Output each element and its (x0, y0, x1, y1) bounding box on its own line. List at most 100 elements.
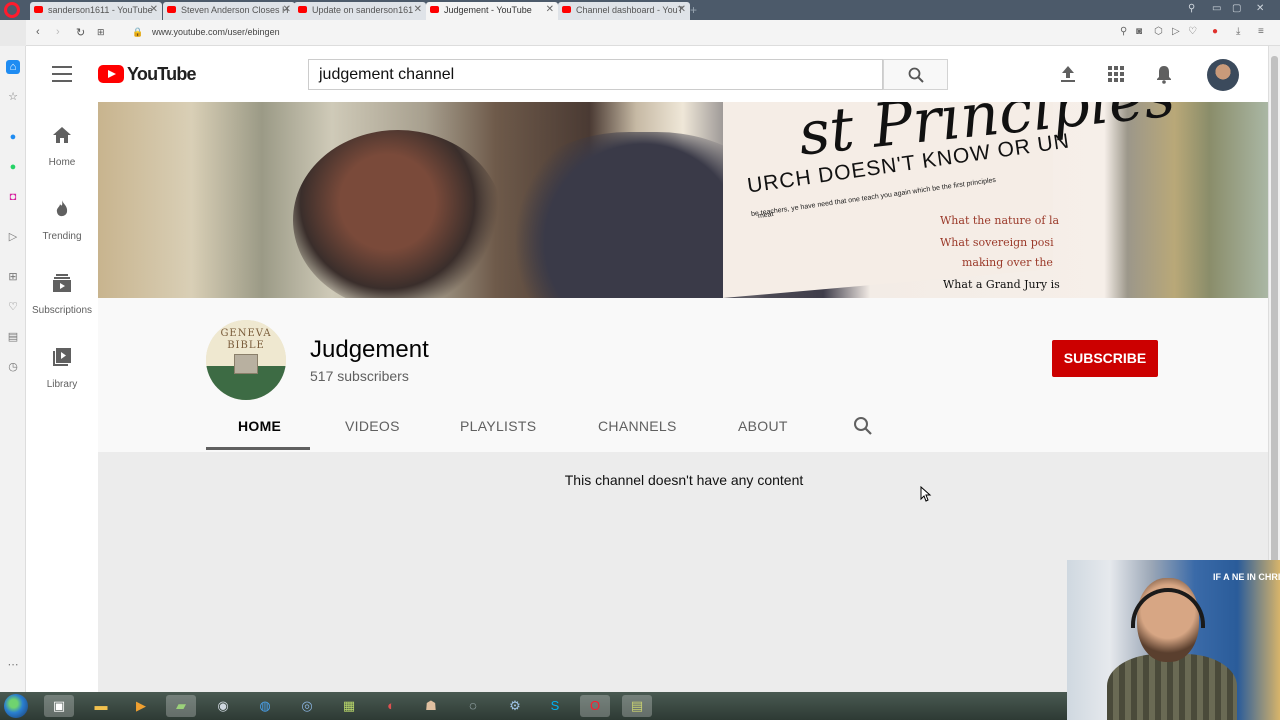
url-field[interactable]: www.youtube.com/user/ebingen (152, 27, 280, 37)
extension-icon[interactable]: ⬡ (1154, 26, 1163, 37)
browser-tab-strip: sanderson1611 - YouTube ✕ Steven Anderso… (0, 0, 1280, 20)
home-icon (53, 127, 71, 143)
forward-icon[interactable]: › (56, 26, 60, 38)
close-tab-icon[interactable]: ✕ (546, 2, 554, 18)
search-button[interactable] (883, 59, 948, 90)
browser-app-icon[interactable]: ◍ (250, 695, 280, 717)
tab-about[interactable]: ABOUT (738, 418, 788, 434)
close-tab-icon[interactable]: ✕ (150, 2, 158, 18)
browser-tab[interactable]: Channel dashboard - YouT ✕ (558, 2, 690, 20)
user-avatar[interactable] (1207, 59, 1239, 91)
taskbar-app-icon[interactable]: ⚙ (500, 695, 530, 717)
youtube-favicon-icon (430, 6, 439, 13)
youtube-play-icon (98, 65, 124, 83)
mouse-cursor-icon (920, 486, 932, 502)
banner-red-text: What sovereign posi (940, 236, 1054, 249)
news-icon[interactable]: ▤ (6, 330, 20, 344)
favorites-icon[interactable]: ♡ (6, 300, 20, 314)
upload-icon[interactable] (1058, 64, 1078, 84)
maximize-icon[interactable]: ▢ (1232, 3, 1241, 14)
guide-item-subscriptions[interactable]: Subscriptions (26, 272, 98, 318)
banner-red-text: What the nature of la (940, 214, 1060, 227)
browser-tab[interactable]: sanderson1611 - YouTube ✕ (30, 2, 162, 20)
banner-figure (293, 130, 503, 298)
taskbar-app-icon[interactable]: ◌ (458, 695, 488, 717)
hamburger-menu-icon[interactable] (52, 66, 72, 82)
youtube-header: YouTube judgement channel (26, 46, 1268, 102)
minimize-icon[interactable]: ▭ (1212, 3, 1221, 14)
taskbar-app-icon[interactable]: ▣ (44, 695, 74, 717)
opera-logo-icon[interactable] (4, 2, 20, 18)
more-icon[interactable]: ⋯ (6, 658, 20, 672)
close-tab-icon[interactable]: ✕ (678, 2, 686, 18)
start-button[interactable] (4, 694, 28, 718)
download-icon[interactable]: ⤓ (1236, 26, 1240, 37)
guide-item-trending[interactable]: Trending (26, 198, 98, 244)
instagram-icon[interactable]: ◘ (6, 190, 20, 204)
browser-tab-title: Judgement - YouTube (444, 5, 532, 15)
youtube-mini-guide: Home Trending Subscriptions Library (26, 102, 98, 692)
browser-tab[interactable]: Steven Anderson Closes H ✕ (163, 2, 295, 20)
new-tab-icon[interactable]: + (690, 3, 697, 17)
channel-header: GENEVA BIBLE Judgement 517 subscribers S… (98, 298, 1268, 452)
youtube-favicon-icon (34, 6, 43, 13)
heart-icon[interactable]: ♡ (1188, 26, 1197, 37)
tab-videos[interactable]: VIDEOS (345, 418, 400, 434)
browser-tab-title: sanderson1611 - YouTube (48, 5, 153, 15)
taskbar-app-icon[interactable]: ▦ (334, 695, 364, 717)
taskbar-app-icon[interactable]: ▤ (622, 695, 652, 717)
zoom-icon[interactable]: ⚲ (1120, 26, 1127, 37)
search-tabs-icon[interactable]: ⚲ (1188, 3, 1195, 14)
messenger-icon[interactable]: ● (6, 130, 20, 144)
bookmarks-icon[interactable]: ☆ (6, 90, 20, 104)
send-icon[interactable]: ▷ (1172, 26, 1180, 37)
taskbar-app-icon[interactable]: ▰ (166, 695, 196, 717)
subscriptions-icon (53, 274, 71, 292)
file-explorer-icon[interactable]: ▬ (86, 695, 116, 717)
library-icon (53, 348, 71, 366)
whatsapp-icon[interactable]: ● (6, 160, 20, 174)
tab-channels[interactable]: CHANNELS (598, 418, 677, 434)
media-player-icon[interactable]: ▶ (126, 695, 156, 717)
tab-home[interactable]: HOME (238, 418, 281, 434)
avatar-image (234, 354, 258, 374)
camera-icon[interactable]: ◙ (1136, 26, 1142, 37)
channel-search-icon[interactable] (853, 416, 873, 436)
apps-grid-icon[interactable] (1106, 64, 1126, 84)
taskbar-app-icon[interactable]: ◐ (376, 695, 406, 717)
history-icon[interactable]: ◷ (6, 360, 20, 374)
taskbar-app-icon[interactable]: ◉ (208, 695, 238, 717)
browser-tab-title: Channel dashboard - YouT (576, 5, 684, 15)
opera-taskbar-icon[interactable]: O (580, 695, 610, 717)
guide-label: Library (46, 379, 78, 390)
search-input[interactable]: judgement channel (308, 59, 883, 90)
tab-playlists[interactable]: PLAYLISTS (460, 418, 536, 434)
browser-tab-title: Steven Anderson Closes H (181, 5, 289, 15)
close-tab-icon[interactable]: ✕ (283, 2, 291, 18)
guide-item-home[interactable]: Home (26, 124, 98, 170)
youtube-favicon-icon (298, 6, 307, 13)
menu-icon[interactable]: ≡ (1258, 26, 1264, 37)
notifications-bell-icon[interactable] (1154, 64, 1174, 84)
subscriber-count: 517 subscribers (310, 368, 409, 384)
browser-tab[interactable]: Update on sanderson161 ✕ (294, 2, 426, 20)
reload-icon[interactable]: ↻ (76, 26, 85, 39)
channel-name: Judgement (310, 336, 429, 363)
speed-dial-sidebar-icon[interactable]: ⌂ (6, 60, 20, 74)
adblock-icon[interactable]: ● (1212, 26, 1218, 37)
back-icon[interactable]: ‹ (36, 26, 40, 38)
skype-icon[interactable]: S (540, 695, 570, 717)
speed-dial-icon[interactable]: ⊞ (97, 27, 105, 38)
avatar-text: BIBLE (227, 340, 265, 351)
close-window-icon[interactable]: ✕ (1256, 3, 1264, 14)
flow-icon[interactable]: ▷ (6, 230, 20, 244)
subscribe-button[interactable]: SUBSCRIBE (1052, 340, 1158, 377)
camera-app-icon[interactable]: ◎ (292, 695, 322, 717)
taskbar-app-icon[interactable]: ☗ (416, 695, 446, 717)
extensions-sidebar-icon[interactable]: ⊞ (6, 270, 20, 284)
browser-tab-active[interactable]: Judgement - YouTube ✕ (426, 2, 558, 20)
channel-avatar[interactable]: GENEVA BIBLE (206, 320, 286, 400)
close-tab-icon[interactable]: ✕ (414, 2, 422, 18)
guide-label: Trending (42, 231, 82, 242)
guide-item-library[interactable]: Library (26, 346, 98, 392)
